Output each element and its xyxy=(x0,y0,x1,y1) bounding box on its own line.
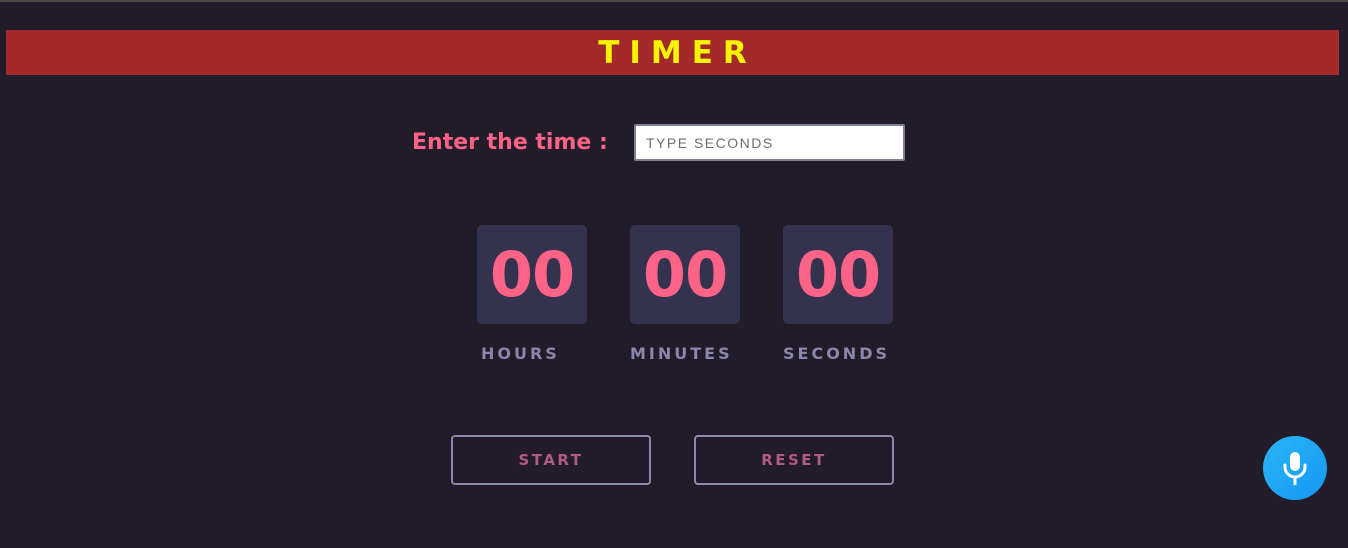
minutes-box: 00 xyxy=(630,225,740,324)
hours-value: 00 xyxy=(489,237,575,311)
seconds-value: 00 xyxy=(795,237,881,311)
start-button[interactable]: START xyxy=(451,435,651,485)
minutes-value: 00 xyxy=(642,237,728,311)
page-title: TIMER xyxy=(598,34,757,71)
time-input-label: Enter the time : xyxy=(412,130,608,155)
seconds-label: SECONDS xyxy=(783,344,890,363)
time-input-row: Enter the time : xyxy=(412,124,905,161)
voice-input-button[interactable] xyxy=(1263,436,1327,500)
microphone-icon xyxy=(1283,452,1307,485)
hours-box: 00 xyxy=(477,225,587,324)
hours-label: HOURS xyxy=(481,344,560,363)
seconds-box: 00 xyxy=(783,225,893,324)
minutes-label: MINUTES xyxy=(630,344,733,363)
header-bar: TIMER xyxy=(6,30,1339,75)
reset-button[interactable]: RESET xyxy=(694,435,894,485)
seconds-input[interactable] xyxy=(634,124,905,161)
window-top-border xyxy=(0,0,1348,2)
